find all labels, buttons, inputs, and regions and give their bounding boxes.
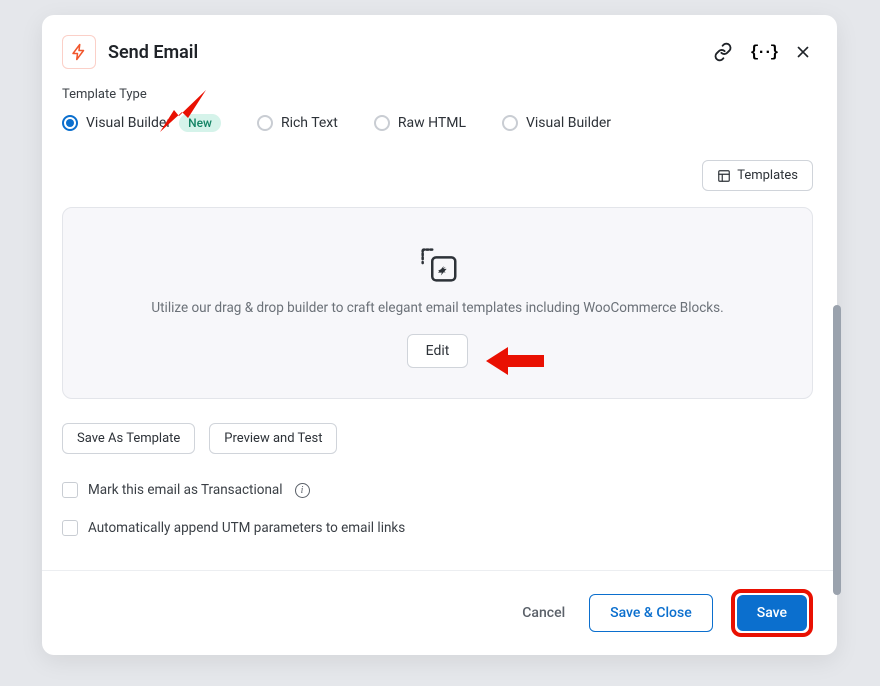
- radio-label: Raw HTML: [398, 115, 466, 131]
- info-icon[interactable]: i: [295, 483, 310, 498]
- template-type-radios: Visual Builder New Rich Text Raw HTML Vi…: [62, 114, 813, 132]
- transactional-label: Mark this email as Transactional: [88, 482, 283, 498]
- builder-drag-icon: [415, 242, 461, 288]
- save-button[interactable]: Save: [737, 595, 807, 631]
- radio-input[interactable]: [257, 115, 273, 131]
- radio-visual-builder-new[interactable]: Visual Builder New: [62, 114, 221, 132]
- templates-label: Templates: [737, 168, 798, 183]
- transactional-checkbox[interactable]: [62, 482, 78, 498]
- templates-row: Templates: [62, 160, 813, 191]
- save-as-template-button[interactable]: Save As Template: [62, 423, 195, 454]
- templates-button[interactable]: Templates: [702, 160, 813, 191]
- send-email-modal: Send Email {··} Template Type Visual Bui…: [42, 15, 837, 655]
- modal-footer: Cancel Save & Close Save: [42, 570, 837, 655]
- modal-header: Send Email {··}: [62, 35, 813, 69]
- utm-option: Automatically append UTM parameters to e…: [62, 520, 813, 536]
- radio-input[interactable]: [502, 115, 518, 131]
- radio-rich-text[interactable]: Rich Text: [257, 115, 338, 131]
- scrollbar[interactable]: [833, 305, 841, 595]
- save-highlight-annotation: Save: [731, 589, 813, 637]
- radio-label: Rich Text: [281, 115, 338, 131]
- close-icon[interactable]: [793, 42, 813, 62]
- edit-button[interactable]: Edit: [407, 334, 469, 368]
- code-braces-icon[interactable]: {··}: [753, 42, 773, 62]
- utm-label: Automatically append UTM parameters to e…: [88, 520, 405, 536]
- save-close-button[interactable]: Save & Close: [589, 594, 713, 632]
- header-actions: {··}: [713, 42, 813, 62]
- radio-raw-html[interactable]: Raw HTML: [374, 115, 466, 131]
- preview-test-button[interactable]: Preview and Test: [209, 423, 337, 454]
- transactional-option: Mark this email as Transactional i: [62, 482, 813, 498]
- cancel-button[interactable]: Cancel: [516, 597, 571, 629]
- radio-input[interactable]: [62, 115, 78, 131]
- radio-label: Visual Builder: [86, 115, 171, 131]
- radio-label: Visual Builder: [526, 115, 611, 131]
- lightning-icon: [62, 35, 96, 69]
- template-actions: Save As Template Preview and Test: [62, 423, 813, 454]
- utm-checkbox[interactable]: [62, 520, 78, 536]
- template-type-label: Template Type: [62, 87, 813, 102]
- templates-icon: [717, 169, 731, 183]
- header-left: Send Email: [62, 35, 198, 69]
- page-title: Send Email: [108, 42, 198, 63]
- new-badge: New: [179, 114, 221, 132]
- radio-input[interactable]: [374, 115, 390, 131]
- radio-visual-builder[interactable]: Visual Builder: [502, 115, 611, 131]
- modal-body: Send Email {··} Template Type Visual Bui…: [42, 15, 837, 570]
- link-icon[interactable]: [713, 42, 733, 62]
- builder-description: Utilize our drag & drop builder to craft…: [93, 300, 782, 316]
- builder-panel: Utilize our drag & drop builder to craft…: [62, 207, 813, 399]
